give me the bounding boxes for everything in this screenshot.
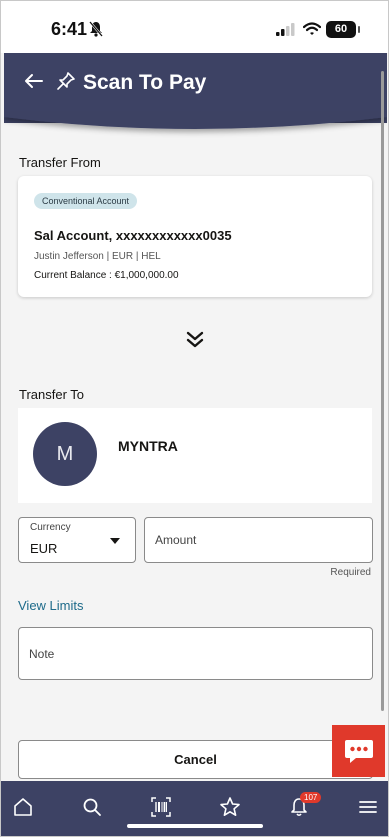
account-owner: Justin Jefferson | EUR | HEL <box>34 251 161 262</box>
currency-value: EUR <box>30 541 58 556</box>
payee-card: M MYNTRA <box>18 408 372 503</box>
note-input[interactable] <box>18 627 373 680</box>
bell-off-icon <box>89 21 103 37</box>
account-card[interactable]: Conventional Account Sal Account, xxxxxx… <box>18 176 372 297</box>
menu-icon[interactable] <box>356 795 380 819</box>
back-arrow-icon[interactable] <box>23 71 45 91</box>
home-indicator <box>127 824 263 828</box>
search-icon[interactable] <box>80 795 104 819</box>
double-chevron-down-icon <box>186 331 204 348</box>
cancel-button[interactable]: Cancel <box>18 740 373 779</box>
scrollbar[interactable] <box>381 71 384 711</box>
account-type-badge: Conventional Account <box>34 193 138 209</box>
currency-label: Currency <box>30 522 71 533</box>
app-frame: 6:41 60 Scan To Pay Transfer From Conven… <box>0 0 389 837</box>
amount-required-hint: Required <box>330 567 371 578</box>
chat-icon <box>345 740 373 763</box>
transfer-from-label: Transfer From <box>19 155 101 170</box>
star-icon[interactable] <box>218 795 242 819</box>
bottom-nav <box>1 781 388 836</box>
account-name: Sal Account, xxxxxxxxxxxx0035 <box>34 228 232 243</box>
currency-select[interactable]: Currency EUR <box>18 517 136 563</box>
payee-name: MYNTRA <box>118 438 178 454</box>
amount-input[interactable] <box>144 517 373 563</box>
notification-count-badge: 107 <box>300 792 322 803</box>
barcode-scan-icon[interactable] <box>149 795 173 819</box>
avatar: M <box>33 422 97 486</box>
chat-button[interactable] <box>332 725 385 777</box>
page-title: Scan To Pay <box>83 71 207 94</box>
signal-icon <box>276 23 295 36</box>
status-bar: 6:41 60 <box>1 1 388 53</box>
home-icon[interactable] <box>11 795 35 819</box>
account-balance: Current Balance : €1,000,000.00 <box>34 270 179 281</box>
header-curve <box>4 111 387 129</box>
view-limits-link[interactable]: View Limits <box>18 598 84 613</box>
wifi-icon <box>303 22 321 35</box>
caret-down-icon <box>110 538 120 544</box>
pin-icon[interactable] <box>56 71 76 91</box>
battery-indicator: 60 <box>326 21 360 38</box>
status-time: 6:41 <box>51 19 88 39</box>
transfer-to-label: Transfer To <box>19 387 85 402</box>
